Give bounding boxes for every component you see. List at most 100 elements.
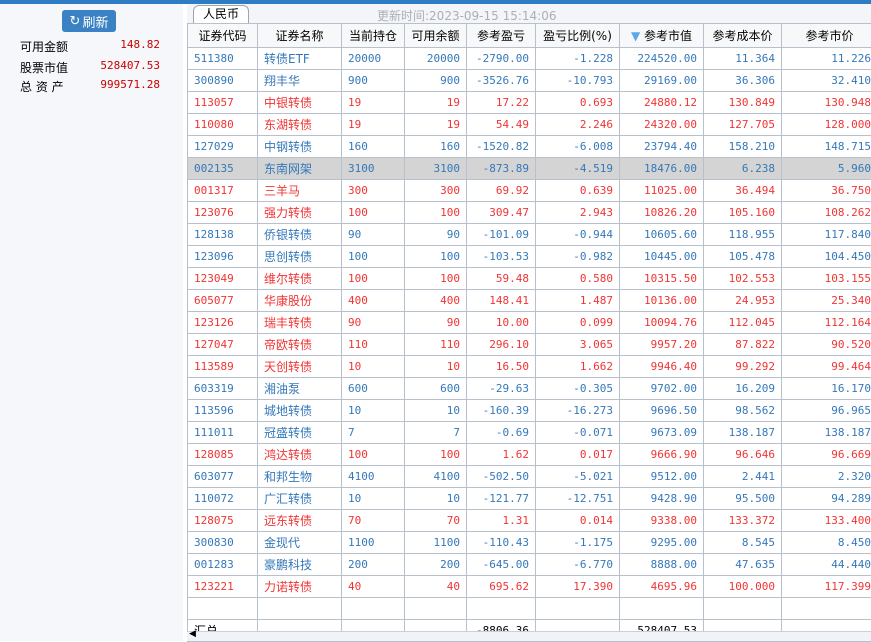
table-row[interactable]: 110080东湖转债191954.492.24624320.00127.7051… (188, 114, 871, 136)
table-row[interactable]: 123096思创转债100100-103.53-0.98210445.00105… (188, 246, 871, 268)
cell-8: 148.715 (782, 136, 871, 158)
table-row[interactable]: 128075远东转债70701.310.0149338.00133.372133… (188, 510, 871, 532)
cell-8: 8.450 (782, 532, 871, 554)
cell-8: 130.948 (782, 92, 871, 114)
cell-2: 900 (342, 70, 405, 92)
cell-1: 城地转债 (258, 400, 342, 422)
cell-8: 5.960 (782, 158, 871, 180)
cell-7: 8.545 (704, 532, 782, 554)
cell-6: 29169.00 (620, 70, 704, 92)
cell-3: 90 (405, 224, 467, 246)
cell-0: 127047 (188, 334, 258, 356)
column-header[interactable]: 参考成本价 (704, 24, 782, 48)
column-header[interactable]: 参考市价 (782, 24, 871, 48)
cell-0: 001283 (188, 554, 258, 576)
table-row[interactable]: 603319湘油泵600600-29.63-0.3059702.0016.209… (188, 378, 871, 400)
cell-6: 24880.12 (620, 92, 704, 114)
cell-7: 102.553 (704, 268, 782, 290)
cell-5: -0.071 (536, 422, 620, 444)
column-header[interactable]: 盈亏比例(%) (536, 24, 620, 48)
cell-1: 力诺转债 (258, 576, 342, 598)
cell-6: 23794.40 (620, 136, 704, 158)
table-row[interactable]: 123076强力转债100100309.472.94310826.20105.1… (188, 202, 871, 224)
cell-7: 98.562 (704, 400, 782, 422)
table-row[interactable]: 128138侨银转债9090-101.09-0.94410605.60118.9… (188, 224, 871, 246)
table-row[interactable]: 123126瑞丰转债909010.000.09910094.76112.0451… (188, 312, 871, 334)
cell-1: 思创转债 (258, 246, 342, 268)
table-row[interactable]: 113057中银转债191917.220.69324880.12130.8491… (188, 92, 871, 114)
account-panel: ↻刷新 可用金额148.82 股票市值528407.53 总 资 产999571… (0, 4, 183, 641)
cell-6: 9338.00 (620, 510, 704, 532)
table-row[interactable]: 300890翔丰华900900-3526.76-10.79329169.0036… (188, 70, 871, 92)
table-row[interactable]: 511380转债ETF2000020000-2790.00-1.22822452… (188, 48, 871, 70)
column-header[interactable]: 证券代码 (188, 24, 258, 48)
refresh-button[interactable]: ↻刷新 (62, 10, 116, 32)
cell-8: 128.000 (782, 114, 871, 136)
horizontal-scrollbar[interactable]: ◀ (187, 631, 871, 641)
cell-1: 金现代 (258, 532, 342, 554)
cell-3: 90 (405, 312, 467, 334)
cell-7: 99.292 (704, 356, 782, 378)
cell-2: 400 (342, 290, 405, 312)
cell-5: 0.099 (536, 312, 620, 334)
column-header[interactable]: 参考盈亏 (467, 24, 536, 48)
cell-4: 54.49 (467, 114, 536, 136)
cell-1: 三羊马 (258, 180, 342, 202)
cell-5: -1.228 (536, 48, 620, 70)
table-row[interactable]: 603077和邦生物41004100-502.50-5.0219512.002.… (188, 466, 871, 488)
cell-8: 112.164 (782, 312, 871, 334)
cell-5: 0.693 (536, 92, 620, 114)
cell-1: 帝欧转债 (258, 334, 342, 356)
cell-0: 128075 (188, 510, 258, 532)
tab-rmb[interactable]: 人民币 (193, 5, 249, 23)
cell-2: 70 (342, 510, 405, 532)
cell-5: 1.662 (536, 356, 620, 378)
table-row[interactable]: 001283豪鹏科技200200-645.00-6.7708888.0047.6… (188, 554, 871, 576)
table-row[interactable]: 128085鸿达转债1001001.620.0179666.9096.64696… (188, 444, 871, 466)
cell-3: 10 (405, 400, 467, 422)
cell-3: 7 (405, 422, 467, 444)
table-row[interactable]: 113596城地转债1010-160.39-16.2739696.5098.56… (188, 400, 871, 422)
cell-4: -29.63 (467, 378, 536, 400)
cell-4: 59.48 (467, 268, 536, 290)
column-header[interactable]: ▼ 参考市值 (620, 24, 704, 48)
cell-3: 110 (405, 334, 467, 356)
cell-3: 600 (405, 378, 467, 400)
table-row[interactable]: 113589天创转债101016.501.6629946.4099.29299.… (188, 356, 871, 378)
cell-7: 16.209 (704, 378, 782, 400)
cell-3: 40 (405, 576, 467, 598)
cell-7: 24.953 (704, 290, 782, 312)
table-row[interactable]: 111011冠盛转债77-0.69-0.0719673.09138.187138… (188, 422, 871, 444)
cell-3: 160 (405, 136, 467, 158)
cell-7: 127.705 (704, 114, 782, 136)
cell-6: 4695.96 (620, 576, 704, 598)
scroll-left-icon[interactable]: ◀ (189, 629, 196, 639)
table-row[interactable]: 123221力诺转债4040695.6217.3904695.96100.000… (188, 576, 871, 598)
cell-4: 296.10 (467, 334, 536, 356)
table-row[interactable]: 127029中钢转债160160-1520.82-6.00823794.4015… (188, 136, 871, 158)
cell-2: 100 (342, 444, 405, 466)
cell-2: 4100 (342, 466, 405, 488)
table-row[interactable]: 127047帝欧转债110110296.103.0659957.2087.822… (188, 334, 871, 356)
cell-7: 2.441 (704, 466, 782, 488)
table-row[interactable]: 300830金现代11001100-110.43-1.1759295.008.5… (188, 532, 871, 554)
column-header[interactable]: 证券名称 (258, 24, 342, 48)
cell-0: 123126 (188, 312, 258, 334)
table-row[interactable]: 001317三羊马30030069.920.63911025.0036.4943… (188, 180, 871, 202)
column-header[interactable]: 可用余额 (405, 24, 467, 48)
cell-6: 10445.00 (620, 246, 704, 268)
cell-7: 130.849 (704, 92, 782, 114)
table-row[interactable]: 002135东南网架31003100-873.89-4.51918476.006… (188, 158, 871, 180)
cell-0: 002135 (188, 158, 258, 180)
cell-7: 36.306 (704, 70, 782, 92)
cell-5: -5.021 (536, 466, 620, 488)
cell-2: 3100 (342, 158, 405, 180)
column-header[interactable]: 当前持仓 (342, 24, 405, 48)
table-row[interactable]: 605077华康股份400400148.411.48710136.0024.95… (188, 290, 871, 312)
cell-5: -6.008 (536, 136, 620, 158)
cell-4: -0.69 (467, 422, 536, 444)
cell-2: 10 (342, 356, 405, 378)
table-row[interactable]: 123049维尔转债10010059.480.58010315.50102.55… (188, 268, 871, 290)
table-row[interactable]: 110072广汇转债1010-121.77-12.7519428.9095.50… (188, 488, 871, 510)
cell-8: 90.520 (782, 334, 871, 356)
